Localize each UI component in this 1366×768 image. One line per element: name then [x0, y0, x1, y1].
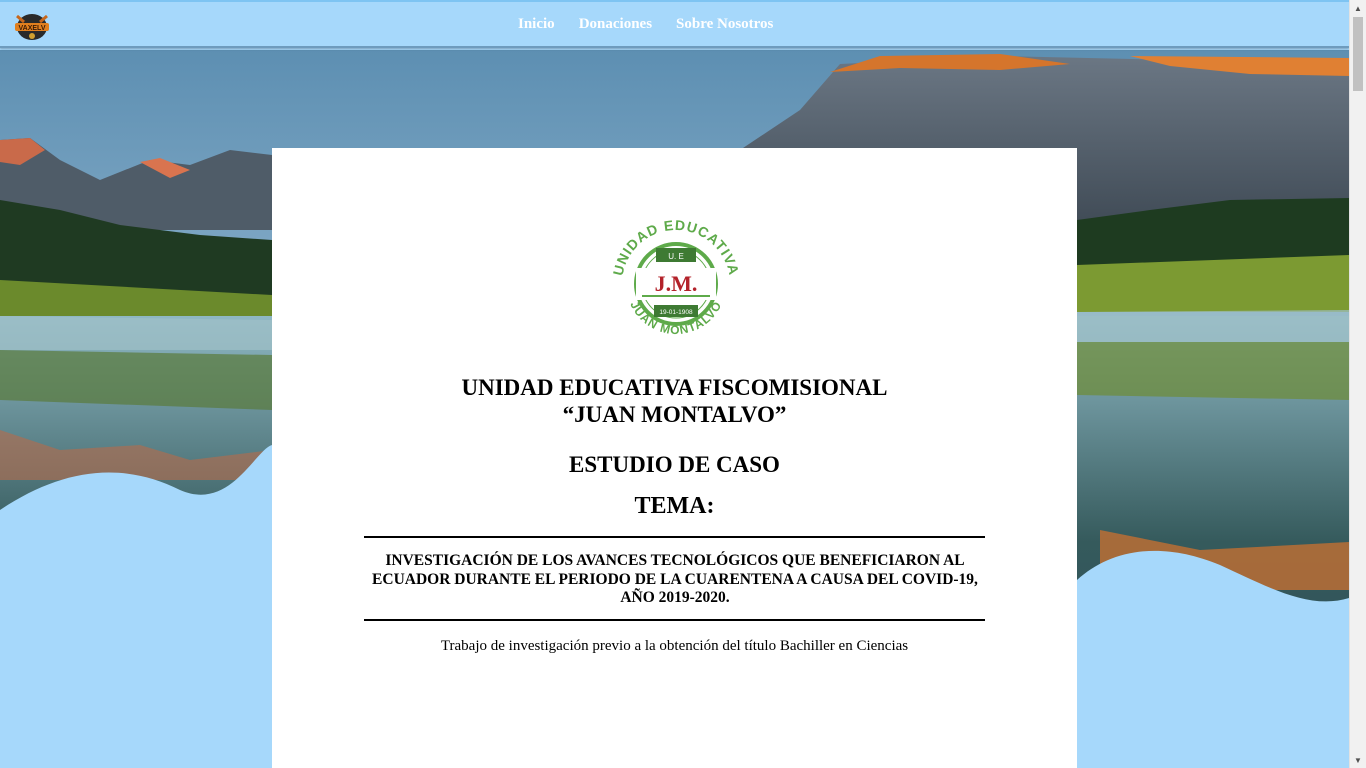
school-name-line2: “JUAN MONTALVO” [562, 402, 787, 427]
document-type: ESTUDIO DE CASO [569, 452, 780, 477]
topic-line-1: INVESTIGACIÓN DE LOS AVANCES TECNOLÓGICO… [385, 552, 965, 569]
seal-date: 19-01-1908 [659, 309, 693, 316]
nav-link-inicio[interactable]: Inicio [518, 16, 555, 33]
divider-top [364, 536, 985, 538]
top-navbar: VAXELV Inicio Donaciones Sobre Nosotros [0, 0, 1349, 48]
school-name: UNIDAD EDUCATIVA FISCOMISIONAL “JUAN MON… [272, 374, 1077, 428]
nav-link-donaciones[interactable]: Donaciones [579, 16, 652, 33]
tema-label: TEMA: [634, 493, 715, 519]
document-subtitle: Trabajo de investigación previo a la obt… [440, 638, 909, 654]
scroll-up-arrow-icon[interactable]: ▲ [1350, 0, 1366, 16]
topic-line-2: ECUADOR DURANTE EL PERIODO DE LA CUARENT… [372, 570, 978, 588]
school-seal-logo: UNIDAD EDUCATIVA U. E J.M. 19-01-1908 JU… [610, 206, 742, 354]
scroll-thumb[interactable] [1353, 17, 1363, 91]
nav-link-sobre-nosotros[interactable]: Sobre Nosotros [676, 16, 773, 33]
vertical-scrollbar[interactable]: ▲ ▼ [1349, 0, 1366, 768]
research-topic: INVESTIGACIÓN DE LOS AVANCES TECNOLÓGICO… [360, 552, 990, 608]
document-card: UNIDAD EDUCATIVA U. E J.M. 19-01-1908 JU… [272, 148, 1077, 768]
nav-links: Inicio Donaciones Sobre Nosotros [518, 16, 773, 33]
seal-initials: J.M. [655, 271, 698, 296]
school-name-line1: UNIDAD EDUCATIVA FISCOMISIONAL [461, 375, 888, 400]
svg-text:VAXELV: VAXELV [19, 25, 46, 32]
scroll-down-arrow-icon[interactable]: ▼ [1350, 752, 1366, 768]
divider-bottom [364, 619, 985, 621]
topic-line-3: AÑO 2019-2020. [620, 589, 730, 606]
seal-badge-text: U. E [668, 252, 684, 261]
vaxelv-logo-icon[interactable]: VAXELV [12, 10, 52, 42]
